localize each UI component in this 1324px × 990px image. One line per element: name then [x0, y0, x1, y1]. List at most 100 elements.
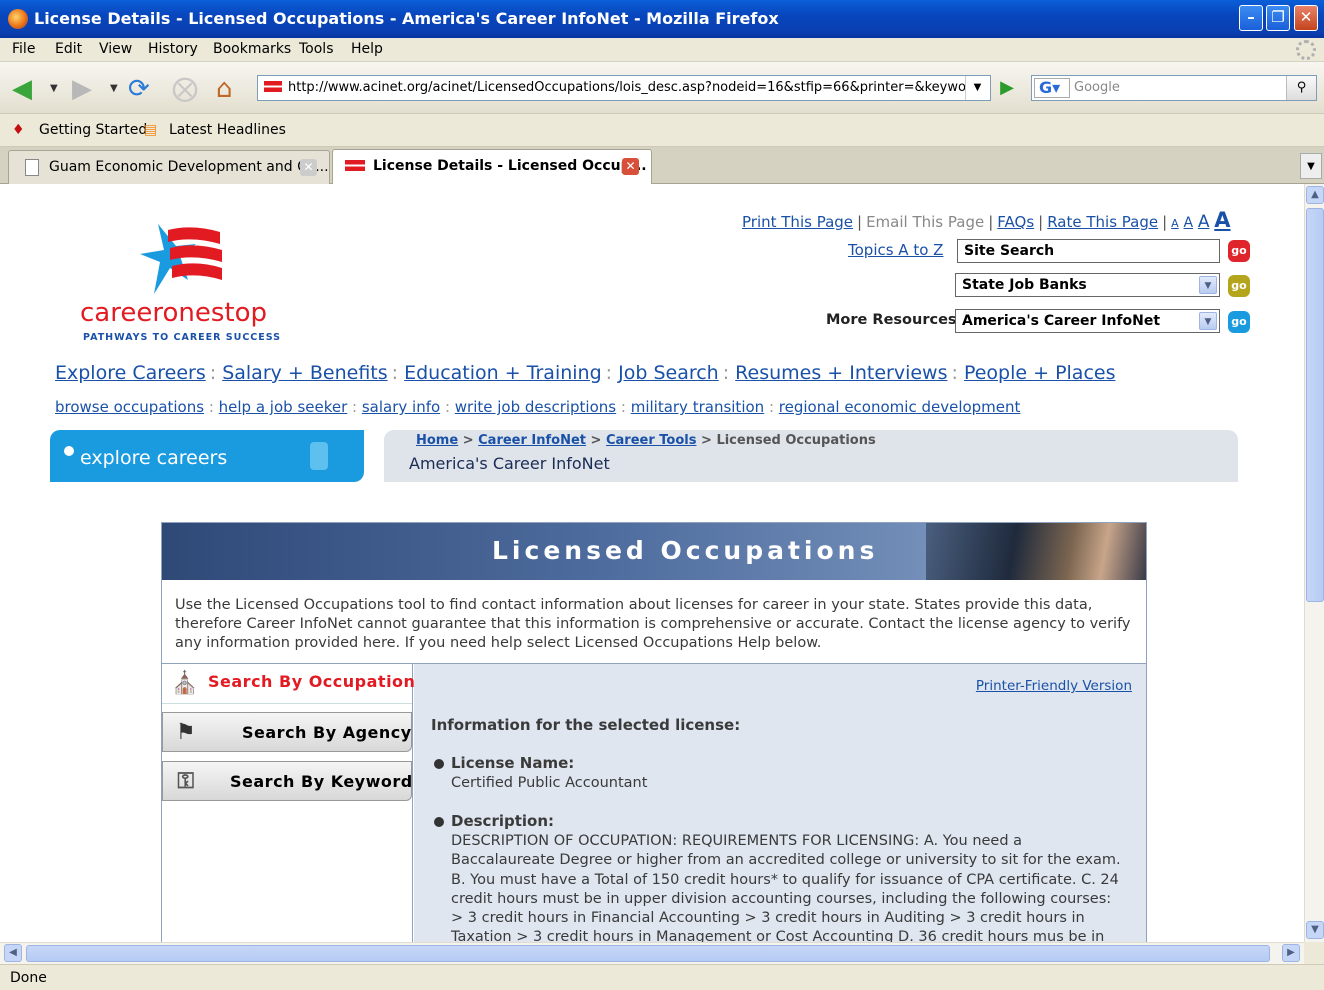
- nav-education-training[interactable]: Education + Training: [404, 362, 602, 384]
- text-size-xlarge[interactable]: A: [1214, 208, 1230, 232]
- building-icon: ⚑: [175, 720, 197, 745]
- utility-links: Print This Page | Email This Page | FAQs | Rat…: [742, 208, 1231, 232]
- tab-guam[interactable]: Guam Economic Development and Co... ✕: [8, 150, 330, 184]
- reload-icon[interactable]: ⟳: [128, 74, 150, 104]
- breadcrumb-bar: Home > Career InfoNet > Career Tools > L…: [384, 430, 1238, 482]
- site-search-go-button[interactable]: go: [1228, 240, 1250, 262]
- banner-title: Licensed Occupations: [492, 536, 879, 565]
- page-icon: [25, 159, 39, 176]
- text-size-small[interactable]: A: [1171, 217, 1179, 230]
- search-tabs-area: ⛪ Search By Occupation ⚑ Search By Agenc…: [162, 663, 1146, 942]
- google-search-placeholder: Google: [1074, 80, 1120, 95]
- job-banks-go-button[interactable]: go: [1228, 275, 1250, 297]
- text-size-large[interactable]: A: [1198, 212, 1210, 232]
- minimize-button[interactable]: –: [1239, 5, 1263, 31]
- faqs-link[interactable]: FAQs: [997, 213, 1034, 231]
- close-button[interactable]: ✕: [1294, 5, 1318, 31]
- breadcrumb-career-infonet[interactable]: Career InfoNet: [478, 433, 586, 448]
- hard-hat-icon: ⛪: [171, 671, 199, 696]
- menu-edit[interactable]: Edit: [55, 41, 82, 57]
- address-url: http://www.acinet.org/acinet/LicensedOcc…: [288, 80, 991, 95]
- horizontal-scrollbar[interactable]: ◀ ▶: [0, 942, 1304, 964]
- nav-people-places[interactable]: People + Places: [964, 362, 1116, 384]
- tab-license-details[interactable]: License Details - Licensed Occup... ✕: [332, 149, 652, 184]
- breadcrumb-career-tools[interactable]: Career Tools: [606, 433, 697, 448]
- careeronestop-logo[interactable]: careeronestop PATHWAYS TO CAREER SUCCESS: [80, 220, 290, 350]
- subnav-browse-occupations[interactable]: browse occupations: [55, 398, 204, 416]
- printer-friendly-link[interactable]: Printer-Friendly Version: [976, 678, 1132, 694]
- logo-tagline: PATHWAYS TO CAREER SUCCESS: [83, 332, 282, 343]
- breadcrumb-current: Licensed Occupations: [716, 433, 876, 448]
- tab-list-button[interactable]: ▼: [1300, 153, 1322, 179]
- bookmark-latest-headlines[interactable]: Latest Headlines: [169, 122, 286, 138]
- site-favicon: [264, 81, 282, 95]
- breadcrumb-home[interactable]: Home: [416, 433, 458, 448]
- tab-close-icon[interactable]: ✕: [300, 159, 317, 176]
- more-resources-label: More Resources:: [826, 312, 963, 328]
- forward-dropdown-icon[interactable]: ▼: [110, 74, 118, 104]
- subnav-salary-info[interactable]: salary info: [362, 398, 440, 416]
- google-search-box[interactable]: G▾ Google ⚲: [1031, 75, 1317, 101]
- license-detail-pane: Printer-Friendly Version Information for…: [414, 664, 1146, 942]
- window-title: License Details - Licensed Occupations -…: [34, 9, 779, 28]
- scroll-left-icon[interactable]: ◀: [4, 944, 22, 962]
- tab-close-icon[interactable]: ✕: [622, 158, 639, 175]
- bookmark-getting-started[interactable]: Getting Started: [39, 122, 147, 138]
- tab-search-by-occupation-label: Search By Occupation: [208, 672, 416, 691]
- email-page-link[interactable]: Email This Page: [866, 213, 984, 231]
- scroll-down-icon[interactable]: ▼: [1306, 921, 1324, 939]
- home-icon[interactable]: ⌂: [216, 74, 233, 104]
- search-icon[interactable]: ⚲: [1286, 76, 1316, 100]
- scroll-right-icon[interactable]: ▶: [1282, 944, 1300, 962]
- vertical-scroll-thumb[interactable]: [1306, 208, 1324, 602]
- section-label-explore-careers: explore careers: [50, 430, 364, 482]
- license-name-value: Certified Public Accountant: [451, 775, 648, 791]
- scroll-up-icon[interactable]: ▲: [1306, 186, 1324, 204]
- print-page-link[interactable]: Print This Page: [742, 213, 853, 231]
- address-dropdown-icon[interactable]: ▼: [965, 76, 989, 100]
- google-engine-icon[interactable]: G▾: [1034, 78, 1070, 98]
- horizontal-scroll-thumb[interactable]: [26, 945, 1270, 962]
- more-resources-select[interactable]: America's Career InfoNet ▼: [955, 309, 1220, 333]
- text-size-medium[interactable]: A: [1183, 215, 1193, 231]
- nav-salary-benefits[interactable]: Salary + Benefits: [222, 362, 387, 384]
- menu-view[interactable]: View: [99, 41, 132, 57]
- address-bar[interactable]: http://www.acinet.org/acinet/LicensedOcc…: [257, 75, 991, 101]
- more-resources-go-button[interactable]: go: [1228, 311, 1250, 333]
- subnav-military-transition[interactable]: military transition: [631, 398, 764, 416]
- tab-search-by-agency[interactable]: ⚑ Search By Agency: [162, 712, 412, 752]
- go-arrow-icon[interactable]: ▶: [994, 76, 1020, 100]
- tab-search-by-agency-label: Search By Agency: [242, 723, 412, 742]
- intro-text: Use the Licensed Occupations tool to fin…: [175, 597, 1131, 651]
- getting-started-icon: ♦: [12, 122, 25, 138]
- menu-help[interactable]: Help: [351, 41, 383, 57]
- section-dot-icon: [64, 446, 74, 456]
- back-icon[interactable]: ◀: [12, 74, 32, 104]
- nav-resumes-interviews[interactable]: Resumes + Interviews: [735, 362, 947, 384]
- subnav-help-job-seeker[interactable]: help a job seeker: [219, 398, 348, 416]
- maximize-button[interactable]: ❐: [1266, 5, 1290, 31]
- state-job-banks-select[interactable]: State Job Banks ▼: [955, 273, 1220, 297]
- site-favicon: [345, 160, 365, 174]
- nav-job-search[interactable]: Job Search: [618, 362, 719, 384]
- tab-search-by-occupation[interactable]: ⛪ Search By Occupation: [162, 664, 416, 704]
- rate-page-link[interactable]: Rate This Page: [1047, 213, 1158, 231]
- bullet-icon: [434, 759, 444, 769]
- forward-icon[interactable]: ▶: [72, 74, 92, 104]
- menu-bookmarks[interactable]: Bookmarks: [213, 41, 291, 57]
- back-dropdown-icon[interactable]: ▼: [50, 74, 58, 104]
- bullet-icon: [434, 817, 444, 827]
- topics-a-to-z-link[interactable]: Topics A to Z: [848, 241, 943, 259]
- site-search-input[interactable]: Site Search: [957, 239, 1220, 263]
- menu-history[interactable]: History: [148, 41, 198, 57]
- nav-explore-careers[interactable]: Explore Careers: [55, 362, 206, 384]
- menu-file[interactable]: File: [12, 41, 35, 57]
- stop-icon[interactable]: ⨂: [172, 74, 198, 104]
- subnav-regional-economic-development[interactable]: regional economic development: [779, 398, 1021, 416]
- menu-tools[interactable]: Tools: [299, 41, 334, 57]
- subnav-write-job-descriptions[interactable]: write job descriptions: [455, 398, 616, 416]
- vertical-scrollbar[interactable]: ▲ ▼: [1304, 184, 1324, 942]
- description-value: DESCRIPTION OF OCCUPATION: REQUIREMENTS …: [451, 833, 1121, 942]
- tab-search-by-keyword[interactable]: ⚿ Search By Keyword: [162, 761, 412, 801]
- browser-window: License Details - Licensed Occupations -…: [0, 0, 1324, 990]
